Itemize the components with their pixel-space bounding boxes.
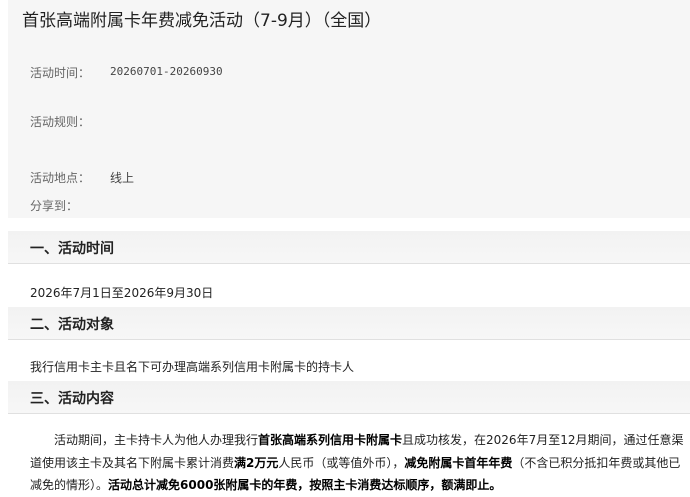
content-highlight-quota: 活动总计减免6000张附属卡的年费，按照主卡消费达标顺序，额满即止。 [108, 478, 502, 492]
activity-info-card: 首张高端附属卡年费减免活动（7-9月）（全国） 活动时间： 20260701-2… [8, 0, 690, 218]
share-row: 分享到： [30, 197, 78, 214]
share-label: 分享到： [30, 199, 79, 213]
activity-rules-label: 活动规则： [30, 115, 91, 129]
section-header-content: 三、活动内容 [8, 381, 690, 414]
section-heading-time: 一、活动时间 [30, 241, 114, 257]
section-body-time: 2026年7月1日至2026年9月30日 [30, 286, 214, 300]
section-heading-content: 三、活动内容 [30, 391, 114, 407]
activity-location-value: 线上 [110, 171, 135, 185]
activity-content-paragraph: 活动期间，主卡持卡人为他人办理我行首张高端系列信用卡附属卡且成功核发，在2026… [30, 429, 685, 497]
page-title: 首张高端附属卡年费减免活动（7-9月）（全国） [22, 11, 382, 31]
activity-time-label: 活动时间： [30, 66, 91, 80]
content-text: 人民币（或等值外币）， [278, 455, 405, 470]
activity-location-label: 活动地点： [30, 171, 91, 185]
content-highlight-amount: 满2万元 [234, 455, 279, 470]
content-highlight-waiver: 减免附属卡首年年费 [404, 455, 513, 470]
activity-rules-row: 活动规则： [30, 113, 90, 130]
activity-time-value: 20260701-20260930 [110, 65, 223, 78]
section-header-audience: 二、活动对象 [8, 307, 690, 340]
section-heading-audience: 二、活动对象 [30, 317, 114, 333]
activity-time-row: 活动时间： 20260701-20260930 [30, 64, 223, 81]
activity-location-row: 活动地点： 线上 [30, 169, 134, 186]
content-text: 活动期间，主卡持卡人为他人办理我行 [54, 433, 259, 447]
content-highlight-card: 首张高端系列信用卡附属卡 [258, 433, 403, 447]
section-header-time: 一、活动时间 [8, 231, 690, 264]
section-body-audience: 我行信用卡主卡且名下可办理高端系列信用卡附属卡的持卡人 [30, 360, 355, 374]
